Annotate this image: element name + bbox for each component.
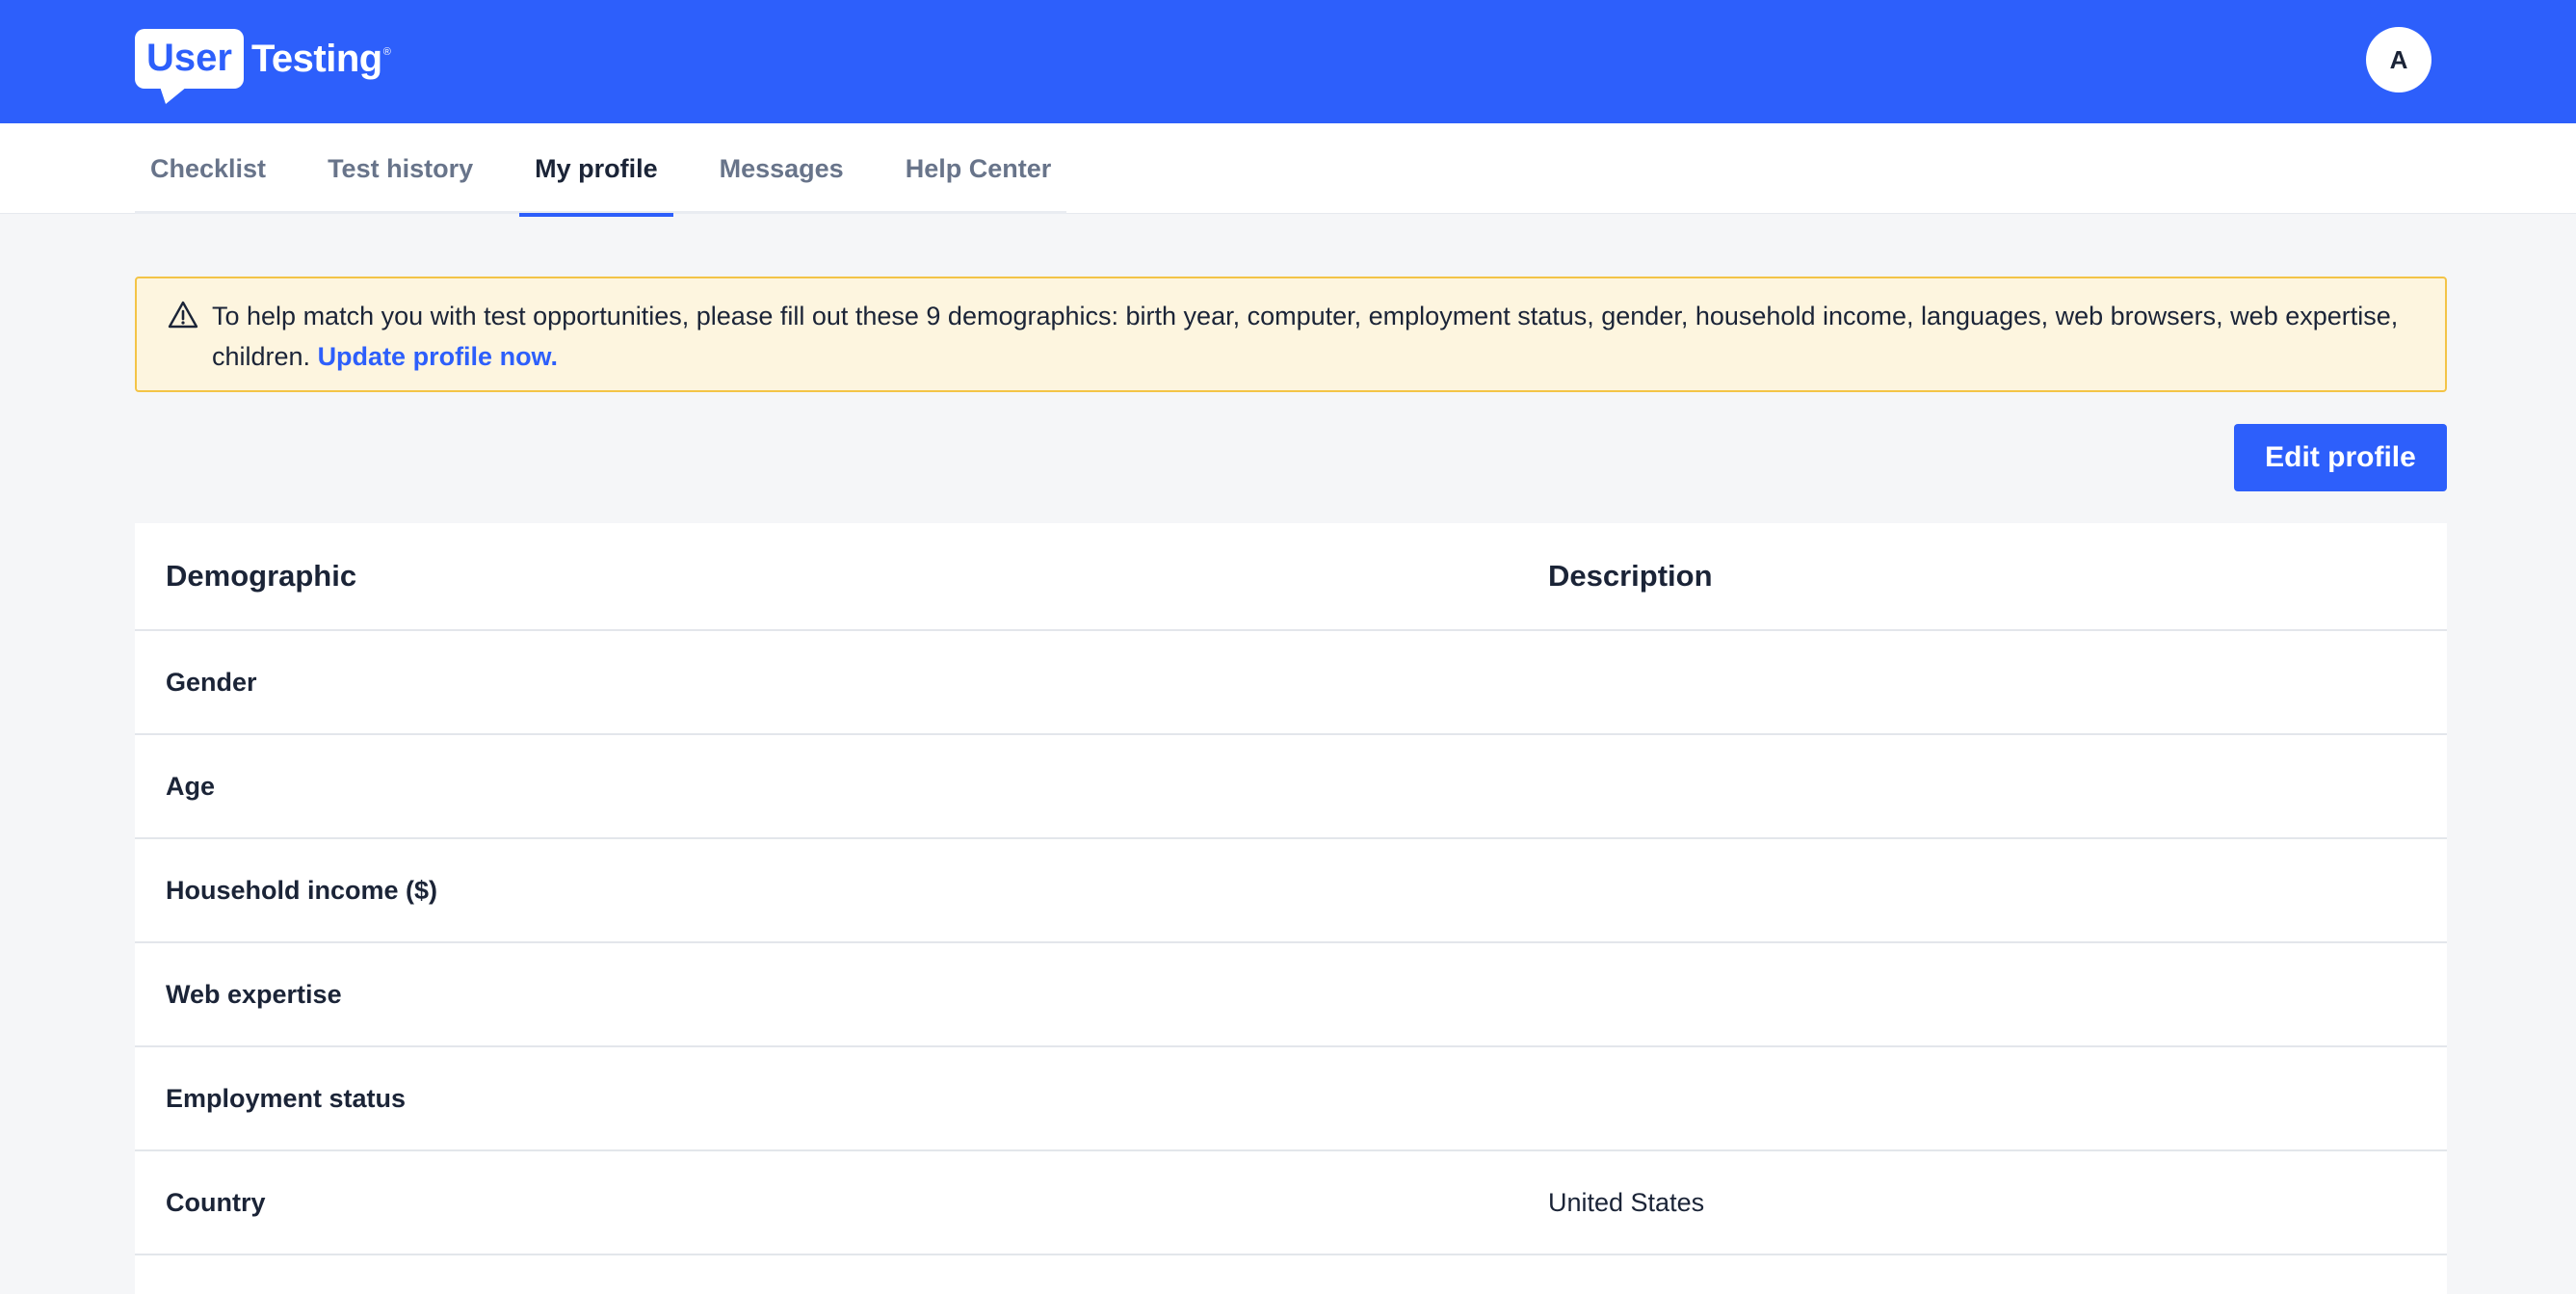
usertesting-logo[interactable]: User Testing ® xyxy=(135,25,391,104)
user-avatar-button[interactable]: A xyxy=(2366,27,2431,92)
demographic-label: Gender xyxy=(166,667,257,697)
warning-triangle-icon xyxy=(168,301,198,329)
update-profile-link[interactable]: Update profile now. xyxy=(318,342,559,371)
demographic-label: Household income ($) xyxy=(166,875,438,905)
column-header-description: Description xyxy=(1548,559,1713,593)
demographic-label: Employment status xyxy=(166,1083,407,1113)
tab-help-center[interactable]: Help Center xyxy=(890,123,1067,214)
logo-testing-word: Testing xyxy=(250,37,382,80)
table-header-row: Demographic Description xyxy=(135,523,2447,631)
demographics-table: Demographic Description Gender Age House… xyxy=(135,523,2447,1294)
tab-list: Checklist Test history My profile Messag… xyxy=(135,123,1067,217)
table-row: Country United States xyxy=(135,1151,2447,1255)
tab-test-history[interactable]: Test history xyxy=(312,123,488,214)
demographic-value: United States xyxy=(1548,1187,1705,1217)
table-row: Gender xyxy=(135,631,2447,735)
tab-my-profile[interactable]: My profile xyxy=(519,123,673,217)
demographics-alert-banner: To help match you with test opportunitie… xyxy=(135,277,2447,392)
demographic-label: Web expertise xyxy=(166,979,342,1009)
table-row: Age xyxy=(135,735,2447,839)
demographic-label: Age xyxy=(166,771,216,801)
edit-profile-button[interactable]: Edit profile xyxy=(2234,424,2447,491)
tab-checklist[interactable]: Checklist xyxy=(135,123,281,214)
tab-bar: Checklist Test history My profile Messag… xyxy=(0,123,2576,217)
table-row: Household income ($) xyxy=(135,839,2447,943)
logo-registered-mark: ® xyxy=(382,46,391,58)
table-row: Employment status xyxy=(135,1047,2447,1151)
tab-messages[interactable]: Messages xyxy=(704,123,859,214)
column-header-demographic: Demographic xyxy=(166,559,357,593)
demographic-label: Country xyxy=(166,1187,266,1217)
logo-user-bubble: User xyxy=(135,29,244,104)
top-header: User Testing ® A xyxy=(0,0,2576,123)
table-row: Web expertise xyxy=(135,943,2447,1047)
